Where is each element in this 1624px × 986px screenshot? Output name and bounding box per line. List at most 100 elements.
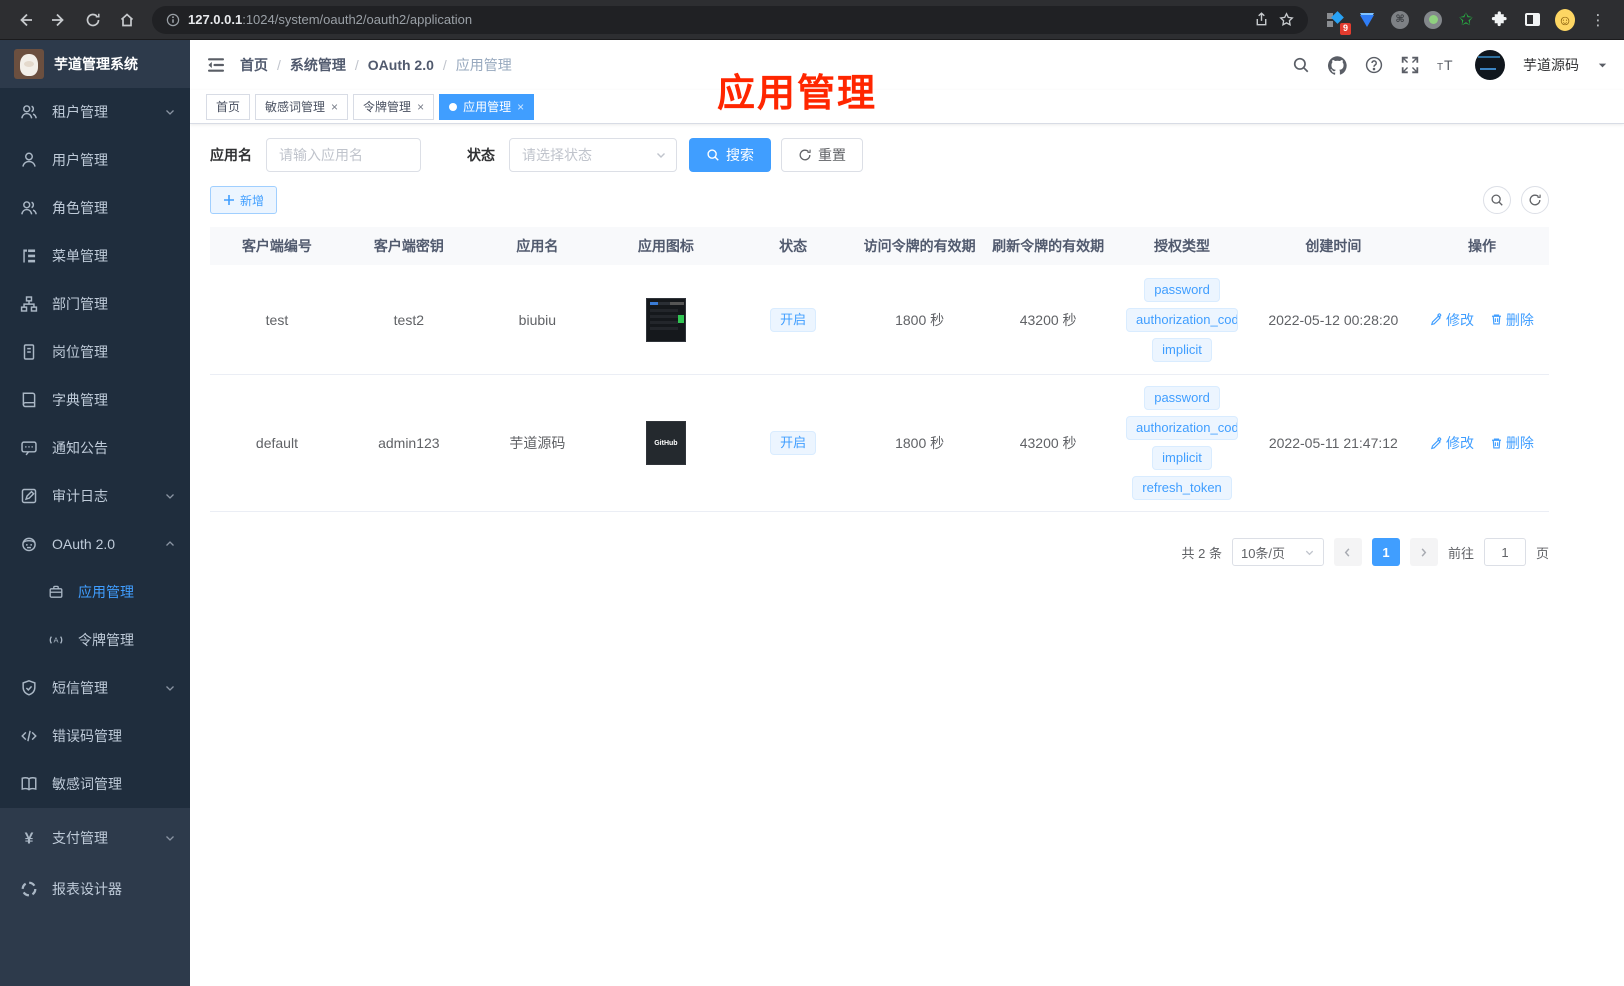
grant-type-tag: refresh_token: [1132, 476, 1232, 500]
filter-form: 应用名 状态 请选择状态 搜索 重置: [210, 138, 1549, 172]
app-logo-row[interactable]: 芋道管理系统: [0, 40, 190, 88]
address-bar[interactable]: 127.0.0.1:1024/system/oauth2/oauth2/appl…: [152, 5, 1308, 34]
sidebar-item-错误码管理[interactable]: 错误码管理: [0, 712, 190, 760]
column-header: 客户端密钥: [373, 238, 444, 254]
search-button[interactable]: 搜索: [689, 138, 771, 172]
sidebar-collapse-icon[interactable]: [206, 55, 226, 75]
browser-forward-button[interactable]: [44, 5, 74, 35]
user-name[interactable]: 芋道源码: [1523, 55, 1579, 75]
tab-close-icon[interactable]: ×: [417, 101, 424, 113]
user-menu-caret-icon[interactable]: [1597, 60, 1608, 71]
extension-command-icon[interactable]: ⌘: [1390, 10, 1410, 30]
extension-record-icon[interactable]: [1423, 10, 1443, 30]
sidebar-item-敏感词管理[interactable]: 敏感词管理: [0, 760, 190, 808]
filter-name-label: 应用名: [210, 147, 252, 163]
fullscreen-icon[interactable]: [1401, 56, 1419, 74]
extension-grid-icon[interactable]: 9: [1324, 10, 1351, 35]
client-secret-cell: admin123: [378, 435, 440, 451]
extension-star-icon[interactable]: ✩: [1456, 10, 1476, 30]
sidebar-item-菜单管理[interactable]: 菜单管理: [0, 232, 190, 280]
tab-close-icon[interactable]: ×: [517, 101, 524, 113]
help-icon[interactable]: [1365, 56, 1383, 74]
grant-type-tag: authorization_code: [1126, 307, 1239, 332]
goto-page-input[interactable]: [1483, 538, 1526, 566]
browser-home-button[interactable]: [112, 5, 142, 35]
sidebar-item-令牌管理[interactable]: A 令牌管理: [0, 616, 190, 664]
edit-link[interactable]: 修改: [1430, 310, 1474, 330]
sidebar-item-应用管理[interactable]: 应用管理: [0, 568, 190, 616]
tab-应用管理[interactable]: 应用管理 ×: [439, 93, 535, 120]
site-info-icon[interactable]: [166, 13, 180, 27]
prev-page-button[interactable]: [1333, 538, 1362, 566]
page-unit-label: 页: [1535, 545, 1549, 561]
breadcrumb-item[interactable]: 系统管理: [290, 55, 346, 75]
reset-button[interactable]: 重置: [781, 138, 863, 172]
github-icon[interactable]: [1328, 55, 1347, 75]
pagination-total: 共 2 条: [1181, 545, 1222, 561]
profile-avatar[interactable]: ☺: [1555, 8, 1575, 31]
app-name-cell: biubiu: [518, 311, 557, 328]
bookmark-star-icon[interactable]: [1279, 12, 1294, 27]
edit-link[interactable]: 修改: [1430, 433, 1474, 453]
sidebar-item-label: 短信管理: [52, 680, 108, 696]
app-name-cell: 芋道源码: [509, 435, 566, 451]
user-avatar[interactable]: [1475, 50, 1505, 80]
extensions-puzzle-icon[interactable]: [1489, 10, 1509, 30]
app-name-input[interactable]: [266, 138, 421, 172]
refresh-table-button[interactable]: [1521, 186, 1549, 214]
sidebar-item-审计日志[interactable]: 审计日志: [0, 472, 190, 520]
sidebar-item-通知公告[interactable]: 通知公告: [0, 424, 190, 472]
top-navbar: 首页 / 系统管理 / OAuth 2.0 / 应用管理 TT 芋道源码: [190, 40, 1624, 90]
browser-reload-button[interactable]: [78, 5, 108, 35]
extension-gem-icon[interactable]: [1357, 10, 1377, 30]
browser-split-view-icon[interactable]: [1522, 10, 1542, 30]
column-header: 刷新令牌的有效期: [992, 238, 1105, 254]
show-search-toggle-button[interactable]: [1483, 186, 1511, 214]
tab-close-icon[interactable]: ×: [331, 101, 338, 113]
add-button[interactable]: 新增: [210, 186, 278, 214]
header-search-icon[interactable]: [1292, 56, 1310, 74]
svg-text:¥: ¥: [25, 830, 34, 846]
extension-badge: 9: [1339, 22, 1351, 35]
page-number-button[interactable]: 1: [1371, 538, 1400, 566]
browser-back-button[interactable]: [10, 5, 40, 35]
delete-link[interactable]: 删除: [1490, 433, 1534, 453]
notice-icon: [20, 439, 38, 457]
app-icon-image: [645, 297, 686, 342]
breadcrumb-item[interactable]: 首页: [240, 55, 268, 75]
font-size-icon[interactable]: TT: [1437, 56, 1457, 74]
pagination: 共 2 条 10条/页 1 前往 页: [210, 538, 1549, 566]
tab-首页[interactable]: 首页: [206, 93, 251, 120]
sidebar-item-报表设计器[interactable]: 报表设计器: [0, 863, 190, 914]
client-id-cell: default: [255, 435, 298, 451]
sidebar-item-label: 字典管理: [52, 392, 108, 408]
main-area: 首页 / 系统管理 / OAuth 2.0/应用管理 TT 芋道源码 首页 敏感…: [190, 40, 1624, 986]
tab-敏感词管理[interactable]: 敏感词管理 ×: [255, 93, 349, 120]
breadcrumb-item[interactable]: OAuth 2.0: [368, 57, 434, 73]
created-time-cell: 2022-05-11 21:47:12: [1268, 435, 1398, 451]
sidebar-item-支付管理[interactable]: ¥ 支付管理: [0, 812, 190, 863]
page-size-select[interactable]: 10条/页: [1231, 538, 1324, 566]
sidebar-item-短信管理[interactable]: 短信管理: [0, 664, 190, 712]
next-page-button[interactable]: [1409, 538, 1438, 566]
sidebar-item-label: 部门管理: [52, 296, 108, 312]
token-icon: A: [48, 632, 64, 648]
browser-menu-icon[interactable]: ⋮: [1588, 10, 1608, 30]
sidebar-item-用户管理[interactable]: 用户管理: [0, 136, 190, 184]
sidebar-item-部门管理[interactable]: 部门管理: [0, 280, 190, 328]
sidebar-item-字典管理[interactable]: 字典管理: [0, 376, 190, 424]
sidebar-item-OAuth 2.0[interactable]: OAuth 2.0: [0, 520, 190, 568]
open-book-icon: [20, 775, 38, 793]
sidebar-root-menu: ¥ 支付管理 报表设计器: [0, 808, 190, 986]
status-select[interactable]: 请选择状态: [509, 138, 677, 172]
tab-令牌管理[interactable]: 令牌管理 ×: [353, 93, 435, 120]
sidebar-item-租户管理[interactable]: 租户管理: [0, 88, 190, 136]
sidebar-item-岗位管理[interactable]: 岗位管理: [0, 328, 190, 376]
sidebar-item-角色管理[interactable]: 角色管理: [0, 184, 190, 232]
share-icon[interactable]: [1254, 12, 1269, 27]
sidebar-item-label: OAuth 2.0: [52, 536, 116, 552]
refresh-token-ttl-cell: 43200 秒: [1019, 311, 1077, 328]
delete-link[interactable]: 删除: [1490, 310, 1534, 330]
refresh-token-ttl-cell: 43200 秒: [1019, 435, 1077, 451]
table-row: test test2 biubiu 开启 1800 秒 43200 秒 pass…: [210, 265, 1549, 375]
